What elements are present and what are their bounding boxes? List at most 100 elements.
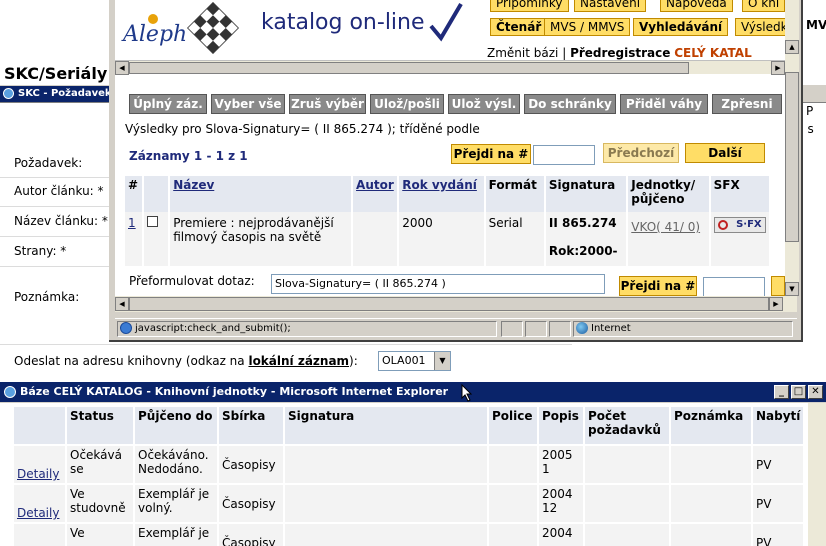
ie-icon: [3, 88, 14, 99]
row-checkbox[interactable]: [147, 216, 159, 227]
unit-shelf: [488, 484, 539, 524]
globe-icon: [576, 322, 588, 334]
row-number-link[interactable]: 1: [125, 212, 145, 266]
goto-record-input[interactable]: [533, 145, 595, 165]
maximize-icon[interactable]: □: [791, 385, 806, 399]
horizontal-scrollbar[interactable]: ◀ ▶: [115, 296, 797, 312]
nav-search[interactable]: Vyhledávání: [633, 18, 729, 36]
scroll-up-icon[interactable]: ▲: [785, 40, 799, 54]
row-author: [352, 212, 400, 266]
catalog-popup-window: Aleph katalog on-line Připomínky Nastave…: [109, 0, 803, 342]
nav-feedback[interactable]: Připomínky: [490, 0, 569, 12]
col-year[interactable]: Rok vydání: [398, 176, 486, 212]
sfx-label: S·FX: [736, 219, 762, 230]
deselect-button[interactable]: Zruš výběr: [289, 94, 366, 114]
unit-description: 2004: [538, 523, 585, 546]
save-send-button[interactable]: Ulož/pošli: [370, 94, 444, 114]
assign-weights-button[interactable]: Přiděl váhy: [620, 94, 708, 114]
unit-collection: Časopisy: [218, 484, 285, 524]
unit-acquisition: PV: [752, 523, 806, 546]
goto-record-button-2[interactable]: Přejdi na #: [619, 276, 697, 296]
scrollbar-thumb[interactable]: [129, 62, 689, 74]
minimize-icon[interactable]: _: [774, 385, 789, 399]
label-note: Poznámka:: [14, 290, 80, 304]
details-link[interactable]: Detaily: [14, 484, 67, 524]
reformulate-label: Přeformulovat dotaz:: [129, 274, 255, 288]
change-base-link[interactable]: Změnit bázi: [487, 46, 558, 60]
to-clipboard-button[interactable]: Do schránky: [524, 94, 616, 114]
scroll-right-icon[interactable]: ▶: [771, 61, 785, 75]
next-button[interactable]: Další: [685, 143, 765, 163]
nav-reader[interactable]: Čtenář: [490, 18, 548, 36]
divider: [0, 344, 572, 345]
small-yellow-button[interactable]: [771, 276, 785, 296]
scroll-right-icon[interactable]: ▶: [769, 297, 783, 311]
nav-settings[interactable]: Nastavení: [574, 0, 647, 12]
units-window: Báze CELÝ KATALOG - Knihovní jednotky - …: [0, 382, 826, 546]
scrollbar-thumb[interactable]: [129, 297, 769, 311]
goto-record-button[interactable]: Přejdi na #: [451, 144, 531, 164]
col-shelf: Police: [488, 407, 539, 446]
refine-button[interactable]: Zpřesni: [712, 94, 782, 114]
row-units-link[interactable]: VKO( 41/ 0): [627, 212, 711, 266]
full-record-button[interactable]: Úplný záz.: [129, 94, 207, 114]
background-tab[interactable]: SKC - Požadavek: [0, 86, 116, 102]
label-request: Požadavek:: [14, 156, 83, 170]
chessboard-logo-icon: [187, 2, 239, 54]
ie-page-icon: [120, 322, 132, 334]
units-window-titlebar[interactable]: Báze CELÝ KATALOG - Knihovní jednotky - …: [0, 382, 826, 402]
sfx-button[interactable]: S·FX: [713, 217, 766, 233]
col-requests: Počet požadavků: [584, 407, 671, 446]
unit-requests: [584, 445, 671, 485]
col-units: Jednotky/ půjčeno: [627, 176, 711, 212]
link-separator: |: [562, 46, 567, 60]
chevron-down-icon[interactable]: ▼: [434, 352, 450, 370]
previous-button[interactable]: Předchozí: [603, 143, 679, 163]
unit-note: [670, 484, 753, 524]
local-record-link[interactable]: lokální záznam: [248, 354, 349, 368]
unit-collection: Časopisy: [218, 445, 285, 485]
unit-requests: [584, 484, 671, 524]
details-link[interactable]: Detaily: [14, 445, 67, 485]
status-zone: Internet: [573, 321, 793, 337]
horizontal-scrollbar[interactable]: ◀ ▶: [115, 60, 785, 75]
select-all-button[interactable]: Vyber vše: [211, 94, 285, 114]
reformulate-query-input[interactable]: Slova-Signatury= ( II 865.274 ): [271, 274, 605, 294]
status-message: javascript:check_and_submit();: [117, 321, 497, 337]
zone-text: Internet: [591, 323, 631, 334]
nav-about[interactable]: O kni: [742, 0, 786, 12]
unit-shelf: [488, 523, 539, 546]
unit-acquisition: PV: [752, 445, 806, 485]
label-article-author: Autor článku: *: [14, 184, 104, 198]
preregistration-link[interactable]: Předregistrace: [570, 46, 670, 60]
details-link[interactable]: [14, 523, 67, 546]
col-title[interactable]: Název: [169, 176, 354, 212]
aleph-logo: Aleph: [123, 8, 187, 54]
units-table: Status Půjčeno do Sbírka Signatura Polic…: [14, 407, 806, 546]
unit-status: Ve: [66, 523, 135, 546]
unit-signature: [284, 523, 489, 546]
row-sfx-cell: S·FX: [709, 212, 772, 266]
unit-shelf: [488, 445, 539, 485]
vertical-scrollbar[interactable]: ▲ ▼: [785, 0, 799, 296]
catalog-base-label: CELÝ KATAL: [674, 46, 752, 60]
col-collection: Sbírka: [218, 407, 285, 446]
vertical-scrollbar[interactable]: [808, 403, 826, 546]
scroll-down-icon[interactable]: ▼: [785, 282, 799, 296]
status-bar: javascript:check_and_submit(); Internet: [115, 318, 797, 338]
scrollbar-thumb[interactable]: [785, 72, 799, 242]
col-author[interactable]: Autor: [352, 176, 400, 212]
nav-help[interactable]: Nápověda: [660, 0, 733, 12]
unit-acquisition: PV: [752, 484, 806, 524]
goto-record-input-2[interactable]: [703, 277, 765, 296]
save-results-button[interactable]: Ulož výsl.: [448, 94, 520, 114]
scroll-left-icon[interactable]: ◀: [115, 61, 129, 75]
scroll-left-icon[interactable]: ◀: [115, 297, 129, 311]
library-address-select[interactable]: OLA001 ▼: [378, 351, 451, 371]
row-format: Serial: [484, 212, 546, 266]
results-header-row: # Název Autor Rok vydání Formát Signatur…: [125, 176, 772, 212]
close-icon[interactable]: ✕: [808, 385, 823, 399]
unit-requests: [584, 523, 671, 546]
unit-note: [670, 445, 753, 485]
nav-ill[interactable]: MVS / MMVS: [544, 18, 631, 36]
